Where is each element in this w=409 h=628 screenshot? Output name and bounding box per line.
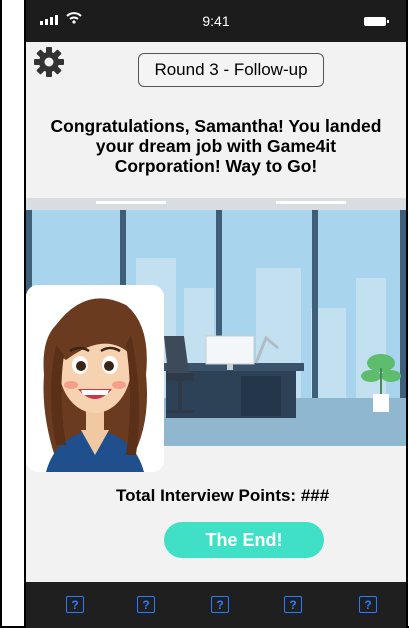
total-points-label: Total Interview Points: ### xyxy=(116,486,330,505)
round-label: Round 3 - Follow-up xyxy=(138,53,324,87)
help-icon[interactable]: ? xyxy=(211,596,229,613)
the-end-button[interactable]: The End! xyxy=(164,522,324,558)
frame-right-border xyxy=(406,0,408,628)
bottom-tab-bar: ? ? ? ? ? xyxy=(26,582,406,628)
avatar-samantha-illustration xyxy=(26,285,164,472)
help-icon[interactable]: ? xyxy=(66,596,84,613)
congratulations-message: Congratulations, Samantha! You landed yo… xyxy=(50,116,382,176)
status-bar: 9:41 xyxy=(26,0,406,42)
help-icon[interactable]: ? xyxy=(284,596,302,613)
help-icon[interactable]: ? xyxy=(137,596,155,613)
battery-icon xyxy=(364,17,389,26)
help-icon[interactable]: ? xyxy=(359,596,377,613)
settings-gear-icon[interactable] xyxy=(32,45,66,79)
status-time: 9:41 xyxy=(202,13,230,29)
frame-left-border xyxy=(0,0,2,628)
avatar-card xyxy=(26,285,164,472)
phone-screen: 9:41 Round 3 - Follow-up Congratulations… xyxy=(26,0,406,628)
